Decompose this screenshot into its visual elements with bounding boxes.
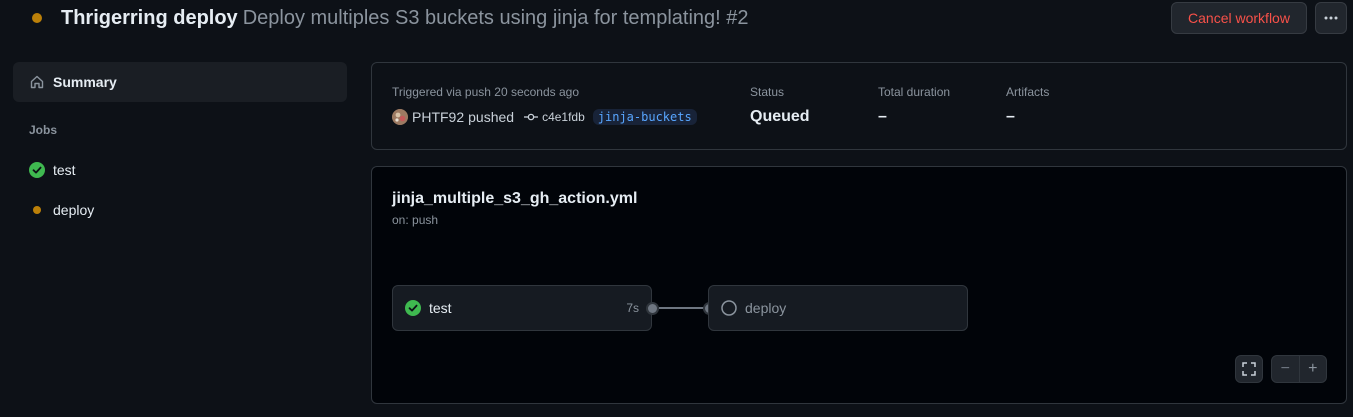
run-name: Thrigerring deploy bbox=[61, 7, 238, 29]
git-commit-icon bbox=[524, 113, 539, 121]
home-icon bbox=[30, 75, 44, 89]
push-action: pushed bbox=[468, 109, 515, 125]
status-value: Queued bbox=[750, 108, 810, 125]
page-title: Thrigerring deploy Deploy multiples S3 bu… bbox=[61, 5, 749, 31]
push-summary: PHTF92 pushed c4e1fdb jinja-buckets bbox=[392, 109, 697, 125]
run-status-queued-icon bbox=[32, 13, 42, 23]
fullscreen-icon bbox=[1242, 362, 1256, 376]
workflow-graph-card: jinja_multiple_s3_gh_action.yml on: push… bbox=[371, 166, 1347, 404]
run-info-card: Triggered via push 20 seconds ago PHTF92… bbox=[371, 62, 1347, 150]
duration-label: Total duration bbox=[878, 85, 951, 99]
workflow-trigger: on: push bbox=[392, 213, 439, 227]
sidebar-item-summary[interactable]: Summary bbox=[13, 62, 347, 102]
sidebar-job-deploy[interactable]: deploy bbox=[29, 199, 329, 221]
graph-job-label: test bbox=[429, 300, 452, 316]
queued-dot-icon bbox=[33, 206, 41, 214]
duration-value: – bbox=[878, 108, 887, 125]
graph-edge bbox=[659, 307, 704, 309]
zoom-controls: − + bbox=[1271, 355, 1327, 383]
fullscreen-button[interactable] bbox=[1235, 355, 1263, 383]
graph-connector-out bbox=[646, 302, 659, 315]
commit-sha-link[interactable]: c4e1fdb bbox=[542, 110, 585, 124]
pending-circle-icon bbox=[721, 300, 737, 316]
actor-name[interactable]: PHTF92 bbox=[412, 109, 464, 125]
workflow-file-name[interactable]: jinja_multiple_s3_gh_action.yml bbox=[392, 190, 637, 208]
sidebar-job-label: test bbox=[53, 162, 76, 178]
jobs-heading: Jobs bbox=[29, 123, 58, 137]
avatar-image-icon bbox=[392, 109, 408, 125]
zoom-out-button[interactable]: − bbox=[1272, 360, 1299, 378]
check-circle-icon bbox=[29, 162, 45, 178]
kebab-horizontal-icon bbox=[1324, 16, 1338, 20]
run-description: Deploy multiples S3 buckets using jinja … bbox=[242, 7, 749, 29]
artifacts-label: Artifacts bbox=[1006, 85, 1050, 99]
cancel-workflow-button[interactable]: Cancel workflow bbox=[1171, 2, 1307, 34]
graph-job-label: deploy bbox=[745, 300, 787, 316]
sidebar-job-test[interactable]: test bbox=[29, 159, 329, 181]
triggered-text: Triggered via push 20 seconds ago bbox=[392, 85, 580, 99]
status-label: Status bbox=[750, 85, 785, 99]
branch-label[interactable]: jinja-buckets bbox=[592, 109, 697, 125]
avatar[interactable] bbox=[392, 109, 408, 125]
sidebar-job-label: deploy bbox=[53, 202, 95, 218]
check-circle-icon bbox=[405, 300, 421, 316]
job-duration: 7s bbox=[626, 301, 639, 315]
artifacts-value: – bbox=[1006, 108, 1015, 125]
zoom-in-button[interactable]: + bbox=[1300, 360, 1327, 378]
graph-job-test[interactable]: test 7s bbox=[392, 285, 652, 331]
graph-job-deploy[interactable]: deploy bbox=[708, 285, 968, 331]
sidebar-item-label: Summary bbox=[53, 74, 117, 90]
more-options-button[interactable] bbox=[1315, 2, 1347, 34]
